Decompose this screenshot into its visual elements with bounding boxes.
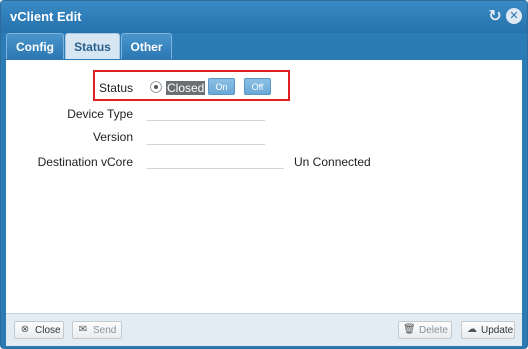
tab-other[interactable]: Other (121, 33, 172, 59)
tab-status[interactable]: Status (65, 33, 120, 59)
tab-config[interactable]: Config (6, 33, 64, 59)
refresh-icon[interactable]: ↻ (487, 8, 503, 24)
destination-vcore-label: Destination vCore (37, 155, 133, 169)
close-button[interactable]: ⊗ Close (14, 321, 64, 339)
device-type-field (147, 120, 265, 121)
version-field (147, 144, 265, 145)
destination-vcore-field (147, 168, 284, 169)
cloud-upload-icon: ☁ (467, 324, 477, 335)
send-button[interactable]: ✉ Send (72, 321, 122, 339)
delete-button-label: Delete (419, 325, 448, 336)
close-icon[interactable]: ✕ (506, 8, 522, 24)
send-button-label: Send (93, 325, 117, 336)
update-button[interactable]: ☁ Update (461, 321, 515, 339)
vclient-edit-window: vClient Edit ↻ ✕ Config Status Other Sta… (0, 0, 528, 349)
device-type-label: Device Type (67, 107, 133, 121)
close-circle-icon: ⊗ (20, 324, 30, 335)
trash-icon: 🗑 (403, 324, 416, 335)
update-button-label: Update (481, 325, 514, 336)
version-label: Version (92, 130, 133, 144)
tab-bar: Config Status Other (1, 33, 527, 60)
delete-button[interactable]: 🗑 Delete (398, 321, 452, 339)
window-title: vClient Edit (10, 9, 82, 24)
close-button-label: Close (35, 325, 61, 336)
connection-status: Un Connected (294, 155, 371, 169)
envelope-icon: ✉ (78, 324, 88, 335)
title-bar: vClient Edit ↻ ✕ (1, 1, 527, 33)
status-highlight-box (93, 70, 290, 101)
